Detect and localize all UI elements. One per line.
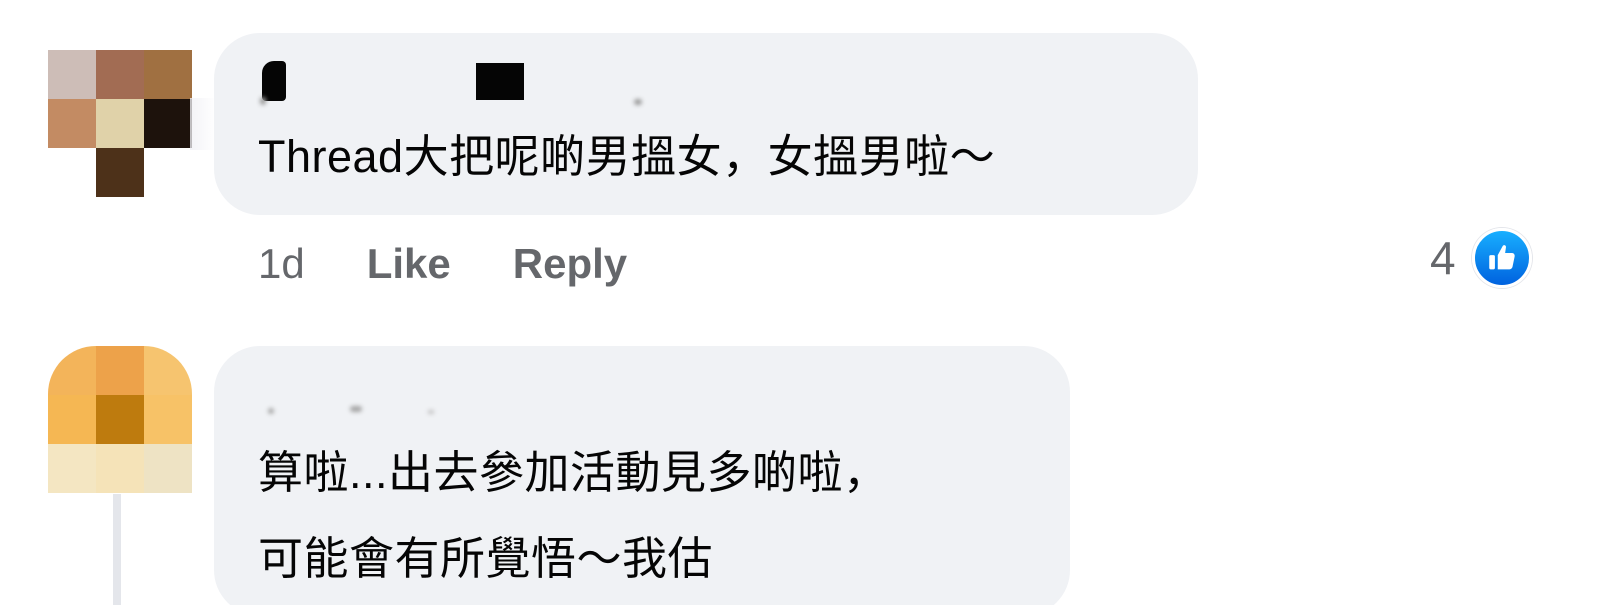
redacted-author-name [262, 61, 286, 101]
comment-text-line: 算啦...出去參加活動見多啲啦， [258, 447, 889, 498]
redacted-mark [634, 99, 642, 105]
comment-bubble [214, 33, 1198, 215]
thumbs-up-glyph [1488, 245, 1515, 270]
redacted-mark [260, 97, 266, 105]
reply-button[interactable]: Reply [513, 240, 627, 288]
redacted-author-name [476, 63, 524, 100]
comment-timestamp[interactable]: 1d [258, 240, 305, 288]
reaction-count: 4 [1430, 232, 1456, 284]
comment-actions: 1d Like Reply [258, 238, 627, 290]
redacted-mark [268, 408, 274, 414]
comment-text: Thread大把呢啲男搵女，女搵男啦～ [258, 131, 996, 182]
avatar[interactable] [48, 50, 192, 198]
redacted-mark [428, 410, 434, 414]
thread-connector [113, 494, 121, 605]
avatar[interactable] [48, 346, 192, 494]
like-button[interactable]: Like [367, 240, 451, 288]
thread-connector [190, 98, 216, 150]
comment-text-line: 可能會有所覺悟～我估 [258, 533, 714, 584]
reaction-summary[interactable]: 4 [1430, 228, 1532, 288]
redacted-mark [350, 406, 362, 412]
comments-section: Thread大把呢啲男搵女，女搵男啦～ 1d Like Reply 4 算啦.. [0, 0, 1600, 605]
comment-text: 算啦...出去參加活動見多啲啦， 可能會有所覺悟～我估 [258, 438, 889, 605]
like-thumbs-up-icon [1471, 228, 1532, 288]
